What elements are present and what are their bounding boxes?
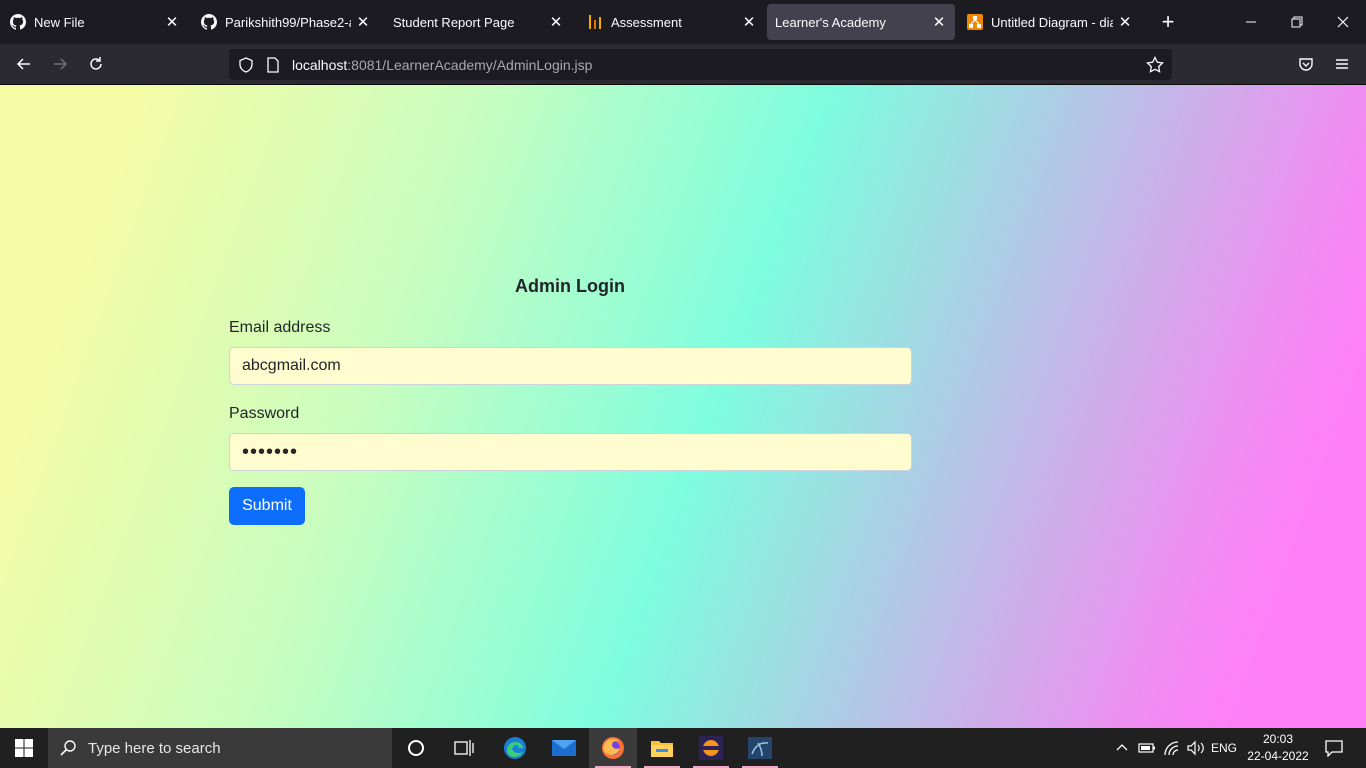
shield-icon[interactable] bbox=[237, 56, 255, 74]
tab-title: New File bbox=[34, 14, 85, 30]
password-label: Password bbox=[229, 405, 300, 422]
taskbar-search-box[interactable]: Type here to search bbox=[48, 728, 392, 768]
close-window-button[interactable] bbox=[1320, 0, 1366, 44]
clock-date: 22-04-2022 bbox=[1247, 749, 1309, 763]
task-view-icon bbox=[454, 740, 474, 756]
close-icon[interactable]: ✕ bbox=[1113, 10, 1137, 34]
url-path: :8081/LearnerAcademy/AdminLogin.jsp bbox=[347, 57, 593, 73]
cortana-button[interactable] bbox=[392, 728, 440, 768]
close-icon bbox=[1337, 16, 1349, 28]
eclipse-ee-icon bbox=[699, 736, 723, 760]
task-view-button[interactable] bbox=[440, 728, 488, 768]
restore-icon bbox=[1291, 16, 1303, 28]
edge-app[interactable] bbox=[491, 728, 539, 768]
cortana-circle-icon bbox=[408, 740, 424, 756]
show-hidden-icons-button[interactable] bbox=[1112, 728, 1132, 768]
network-indicator[interactable] bbox=[1160, 728, 1184, 768]
tab-student-report[interactable]: Student Report Page ✕ bbox=[384, 4, 572, 40]
close-icon[interactable]: ✕ bbox=[351, 10, 375, 34]
start-button[interactable] bbox=[0, 728, 48, 768]
github-icon bbox=[201, 14, 217, 30]
taskbar-clock[interactable]: 20:03 22-04-2022 bbox=[1240, 731, 1316, 765]
search-icon bbox=[48, 739, 88, 757]
restore-button[interactable] bbox=[1274, 0, 1320, 44]
close-icon[interactable]: ✕ bbox=[927, 10, 951, 34]
tab-github-phase2[interactable]: Parikshith99/Phase2-asse ✕ bbox=[191, 4, 379, 40]
eclipse-ee-app[interactable] bbox=[687, 728, 735, 768]
page-icon[interactable] bbox=[264, 56, 282, 74]
bookmark-star-icon[interactable] bbox=[1146, 56, 1164, 74]
chevron-up-icon bbox=[1116, 744, 1128, 751]
clock-time: 20:03 bbox=[1262, 732, 1294, 746]
search-placeholder: Type here to search bbox=[88, 739, 221, 757]
wifi-icon bbox=[1164, 741, 1179, 756]
email-field[interactable]: abcgmail.com bbox=[229, 347, 912, 385]
close-icon[interactable]: ✕ bbox=[544, 10, 568, 34]
minimize-icon bbox=[1246, 21, 1256, 23]
action-center-button[interactable] bbox=[1318, 728, 1350, 768]
tab-title: Untitled Diagram - diagra bbox=[991, 14, 1113, 30]
tab-title: Parikshith99/Phase2-asse bbox=[225, 14, 351, 30]
battery-icon bbox=[1138, 743, 1155, 753]
drawio-icon bbox=[967, 14, 983, 30]
pocket-button[interactable] bbox=[1294, 52, 1318, 76]
firefox-icon bbox=[602, 737, 624, 759]
reload-button[interactable] bbox=[84, 52, 108, 76]
tab-title: Student Report Page bbox=[393, 14, 515, 30]
battery-indicator[interactable] bbox=[1136, 728, 1158, 768]
edge-icon bbox=[504, 737, 526, 759]
reload-icon bbox=[90, 57, 102, 70]
email-label: Email address bbox=[229, 319, 331, 336]
close-icon[interactable]: ✕ bbox=[737, 10, 761, 34]
page-content: Admin Login Email address abcgmail.com P… bbox=[0, 85, 1366, 728]
submit-button[interactable]: Submit bbox=[229, 487, 305, 525]
forward-arrow-icon bbox=[54, 58, 68, 70]
tab-title: Assessment bbox=[611, 14, 682, 30]
hamburger-menu-icon bbox=[1336, 59, 1348, 69]
tab-untitled-diagram[interactable]: Untitled Diagram - diagra ✕ bbox=[957, 4, 1141, 40]
volume-indicator[interactable] bbox=[1184, 728, 1208, 768]
browser-tab-strip: New File ✕ Parikshith99/Phase2-asse ✕ St… bbox=[0, 0, 1366, 44]
tab-title: Learner's Academy bbox=[775, 14, 886, 30]
file-explorer-app[interactable] bbox=[638, 728, 686, 768]
pocket-icon bbox=[1299, 58, 1313, 71]
forward-button[interactable] bbox=[48, 52, 72, 76]
notification-icon bbox=[1325, 740, 1343, 757]
mail-icon bbox=[552, 740, 576, 756]
tab-assessment[interactable]: Assessment ✕ bbox=[577, 4, 765, 40]
github-icon bbox=[10, 14, 26, 30]
url-host: localhost bbox=[292, 57, 348, 73]
folder-icon bbox=[651, 741, 673, 757]
language-indicator[interactable]: ENG bbox=[1208, 728, 1240, 768]
menu-button[interactable] bbox=[1330, 52, 1354, 76]
close-icon[interactable]: ✕ bbox=[160, 10, 184, 34]
minimize-button[interactable] bbox=[1228, 0, 1274, 44]
tab-learners-academy[interactable]: Learner's Academy ✕ bbox=[767, 4, 955, 40]
mysql-workbench-app[interactable] bbox=[736, 728, 784, 768]
bar-chart-icon bbox=[587, 14, 603, 30]
password-field[interactable]: ••••••• bbox=[229, 433, 912, 471]
page-title: Admin Login bbox=[515, 276, 625, 296]
back-arrow-icon bbox=[16, 58, 30, 70]
back-button[interactable] bbox=[12, 52, 36, 76]
mail-app[interactable] bbox=[540, 728, 588, 768]
windows-logo-icon bbox=[15, 739, 33, 757]
speaker-icon bbox=[1187, 740, 1204, 756]
mysql-workbench-icon bbox=[748, 737, 772, 759]
url-text[interactable]: localhost:8081/LearnerAcademy/AdminLogin… bbox=[292, 57, 592, 73]
firefox-app[interactable] bbox=[589, 728, 637, 768]
windows-taskbar: Type here to search ENG 20:03 22-04-2022 bbox=[0, 728, 1366, 768]
navigation-toolbar: localhost:8081/LearnerAcademy/AdminLogin… bbox=[0, 44, 1366, 85]
url-bar[interactable]: localhost:8081/LearnerAcademy/AdminLogin… bbox=[229, 49, 1172, 80]
new-tab-button[interactable]: + bbox=[1156, 10, 1180, 34]
tab-new-file[interactable]: New File ✕ bbox=[0, 4, 188, 40]
